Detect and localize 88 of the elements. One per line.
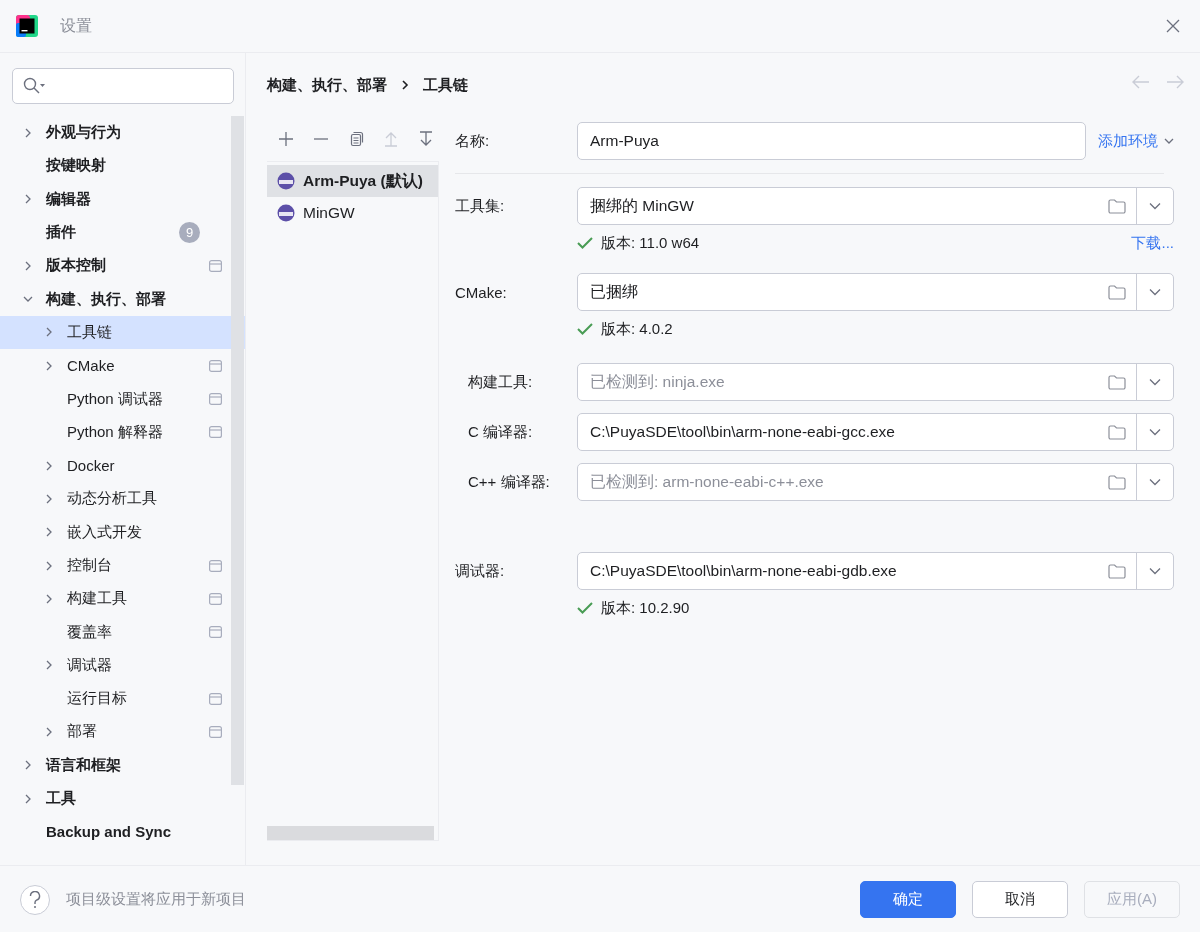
dialog-button[interactable]: 确定 — [860, 881, 956, 918]
tree-item[interactable]: 版本控制 — [0, 249, 245, 283]
version-text: 版本: 4.0.2 — [601, 319, 673, 339]
tree-item[interactable]: 动态分析工具 — [0, 482, 245, 516]
tree-item[interactable]: Backup and Sync — [0, 815, 245, 849]
tree-item[interactable]: 部署 — [0, 715, 245, 749]
check-icon — [577, 323, 593, 335]
chevron-icon[interactable] — [23, 760, 33, 771]
chevron-icon[interactable] — [44, 660, 54, 671]
chevron-icon[interactable] — [44, 493, 54, 504]
scrollbar[interactable] — [267, 826, 434, 840]
list-item[interactable]: MinGW — [267, 197, 438, 229]
field-label: C 编译器: — [467, 422, 534, 442]
chevron-icon[interactable] — [23, 127, 33, 138]
field-label: 调试器: — [455, 561, 506, 581]
caret-icon[interactable] — [1149, 288, 1161, 296]
add-environment-link[interactable]: 添加环境 — [1098, 131, 1174, 151]
field-label: 构建工具: — [467, 372, 534, 392]
tree-item[interactable]: 工具链 — [0, 315, 245, 350]
app-icon — [16, 15, 38, 37]
chevron-icon[interactable] — [23, 260, 33, 271]
path-combo-box[interactable]: 已捆绑 — [577, 273, 1174, 311]
help-button[interactable] — [20, 884, 50, 915]
download-link[interactable]: 下载... — [1131, 233, 1174, 253]
chevron-icon[interactable] — [44, 527, 54, 538]
count-badge: 9 — [179, 222, 200, 244]
search-field[interactable] — [12, 68, 234, 104]
caret-icon[interactable] — [1149, 202, 1161, 210]
list-item[interactable]: Arm-Puya (默认) — [267, 165, 438, 197]
field-label: C++ 编译器: — [467, 472, 551, 492]
caret-icon[interactable] — [1164, 137, 1174, 145]
check-icon — [577, 237, 593, 249]
chevron-icon[interactable] — [23, 194, 33, 205]
tree-item[interactable]: CMake — [0, 349, 245, 383]
tree-item[interactable]: 插件 9 — [0, 215, 245, 250]
path-combo-box[interactable]: C:\PuyaSDE\tool\bin\arm-none-eabi-gcc.exe — [577, 413, 1174, 451]
chevron-icon[interactable] — [44, 727, 54, 737]
breadcrumb-item[interactable]: 工具链 — [423, 75, 468, 95]
path-combo-box[interactable]: C:\PuyaSDE\tool\bin\arm-none-eabi-gdb.exe — [577, 552, 1174, 590]
search-icon — [23, 77, 47, 95]
tree-item[interactable]: 构建工具 — [0, 582, 245, 616]
chevron-icon[interactable] — [23, 793, 33, 804]
tree-item[interactable]: 语言和框架 — [0, 748, 245, 782]
tree-item[interactable]: 覆盖率 — [0, 615, 245, 649]
disc-icon — [277, 172, 295, 190]
folder-icon[interactable] — [1108, 563, 1126, 579]
tree-item[interactable]: 工具 — [0, 781, 245, 816]
chevron-icon[interactable] — [44, 560, 54, 571]
field-label: CMake: — [455, 283, 508, 301]
window-title: 设置 — [60, 15, 92, 36]
chevron-icon[interactable] — [44, 460, 54, 471]
dialog-button[interactable]: 取消 — [972, 881, 1068, 918]
version-text: 版本: 11.0 w64 — [601, 233, 700, 253]
tree-item[interactable]: Python 解释器 — [0, 415, 245, 449]
caret-icon[interactable] — [1149, 428, 1161, 436]
folder-icon[interactable] — [1108, 424, 1126, 440]
folder-icon[interactable] — [1108, 474, 1126, 490]
field-label: 名称: — [455, 131, 491, 151]
tree-item[interactable]: Docker — [0, 448, 245, 483]
name-field[interactable]: Arm-Puya — [577, 122, 1086, 160]
chevron-icon[interactable] — [44, 327, 54, 338]
tree-item[interactable]: 外观与行为 — [0, 116, 245, 150]
field-label: 工具集: — [455, 196, 506, 216]
chevron-icon[interactable] — [44, 360, 54, 371]
folder-icon[interactable] — [1108, 374, 1126, 390]
folder-icon[interactable] — [1108, 198, 1126, 214]
caret-icon[interactable] — [1149, 567, 1161, 575]
tree-item[interactable]: 嵌入式开发 — [0, 515, 245, 549]
check-icon — [577, 602, 593, 614]
path-combo-box[interactable]: 捆绑的 MinGW — [577, 187, 1174, 225]
tree-item[interactable]: 控制台 — [0, 548, 245, 583]
caret-icon[interactable] — [1149, 478, 1161, 486]
chevron-icon[interactable] — [44, 593, 54, 604]
tree-item[interactable]: 调试器 — [0, 648, 245, 683]
question-mark-icon — [29, 890, 41, 909]
scrollbar[interactable] — [231, 116, 244, 785]
hint-text: 项目级设置将应用于新项目 — [66, 890, 247, 909]
tree-item[interactable]: 按键映射 — [0, 149, 245, 183]
chevron-icon — [401, 80, 409, 90]
version-text: 版本: 10.2.90 — [601, 598, 690, 618]
disc-icon — [277, 204, 295, 222]
caret-icon[interactable] — [1149, 378, 1161, 386]
folder-icon[interactable] — [1108, 284, 1126, 300]
tree-item[interactable]: Python 调试器 — [0, 382, 245, 416]
tree-item[interactable]: 运行目标 — [0, 682, 245, 716]
tree-item[interactable]: 编辑器 — [0, 182, 245, 216]
breadcrumb-item[interactable]: 构建、执行、部署 — [267, 75, 387, 95]
tree-item[interactable]: 构建、执行、部署 — [0, 282, 245, 316]
